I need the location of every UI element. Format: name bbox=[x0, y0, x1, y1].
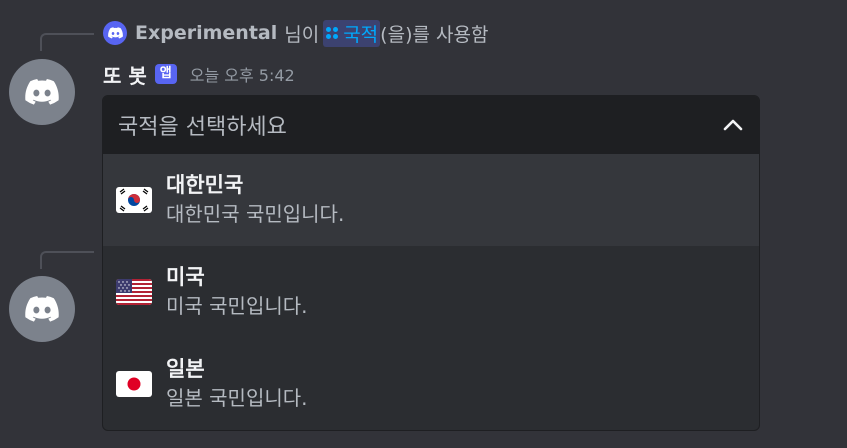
reply-user-avatar[interactable] bbox=[103, 21, 127, 45]
jp-flag-icon bbox=[116, 371, 152, 397]
timestamp: 오늘 오후 5:42 bbox=[189, 66, 295, 85]
discord-logo-icon bbox=[25, 296, 59, 322]
discord-logo-icon bbox=[25, 79, 59, 105]
select-menu: 국적을 선택하세요 대한민국 대한민국 국민입니다. 미국 미국 국민입니다. … bbox=[102, 95, 760, 431]
kr-flag-icon bbox=[116, 187, 152, 213]
us-flag-icon bbox=[116, 279, 152, 305]
command-mention[interactable]: 국적 bbox=[323, 19, 381, 47]
select-option-usa[interactable]: 미국 미국 국민입니다. bbox=[103, 246, 759, 338]
app-badge: 앱 bbox=[154, 64, 177, 84]
select-option-korea[interactable]: 대한민국 대한민국 국민입니다. bbox=[103, 154, 759, 246]
reply-text-suffix: (을)를 사용함 bbox=[380, 23, 489, 46]
select-placeholder: 국적을 선택하세요 bbox=[118, 115, 287, 140]
chevron-up-icon[interactable] bbox=[723, 119, 743, 131]
app-command-icon bbox=[326, 27, 339, 39]
author-name[interactable]: 또 봇 bbox=[103, 60, 147, 89]
option-description: 대한민국 국민입니다. bbox=[166, 202, 345, 226]
option-description: 일본 국민입니다. bbox=[166, 386, 308, 410]
reply-text: 님이 bbox=[284, 23, 320, 46]
option-description: 미국 국민입니다. bbox=[166, 294, 308, 318]
command-name: 국적 bbox=[343, 23, 379, 46]
select-menu-trigger[interactable]: 국적을 선택하세요 bbox=[103, 96, 759, 154]
option-label: 대한민국 bbox=[166, 173, 244, 197]
discord-logo-icon bbox=[107, 27, 123, 39]
bot-avatar[interactable] bbox=[9, 59, 75, 125]
select-option-japan[interactable]: 일본 일본 국민입니다. bbox=[103, 338, 759, 430]
reply-username[interactable]: Experimental bbox=[135, 22, 277, 44]
reply-connector bbox=[40, 33, 94, 51]
reply-header: Experimental 님이 국적 (을)를 사용함 bbox=[103, 19, 488, 47]
option-label: 미국 bbox=[166, 265, 205, 289]
message-header: 또 봇 앱 오늘 오후 5:42 bbox=[103, 60, 295, 88]
reply-connector bbox=[40, 251, 94, 269]
option-label: 일본 bbox=[166, 357, 205, 381]
bot-avatar[interactable] bbox=[9, 276, 75, 342]
